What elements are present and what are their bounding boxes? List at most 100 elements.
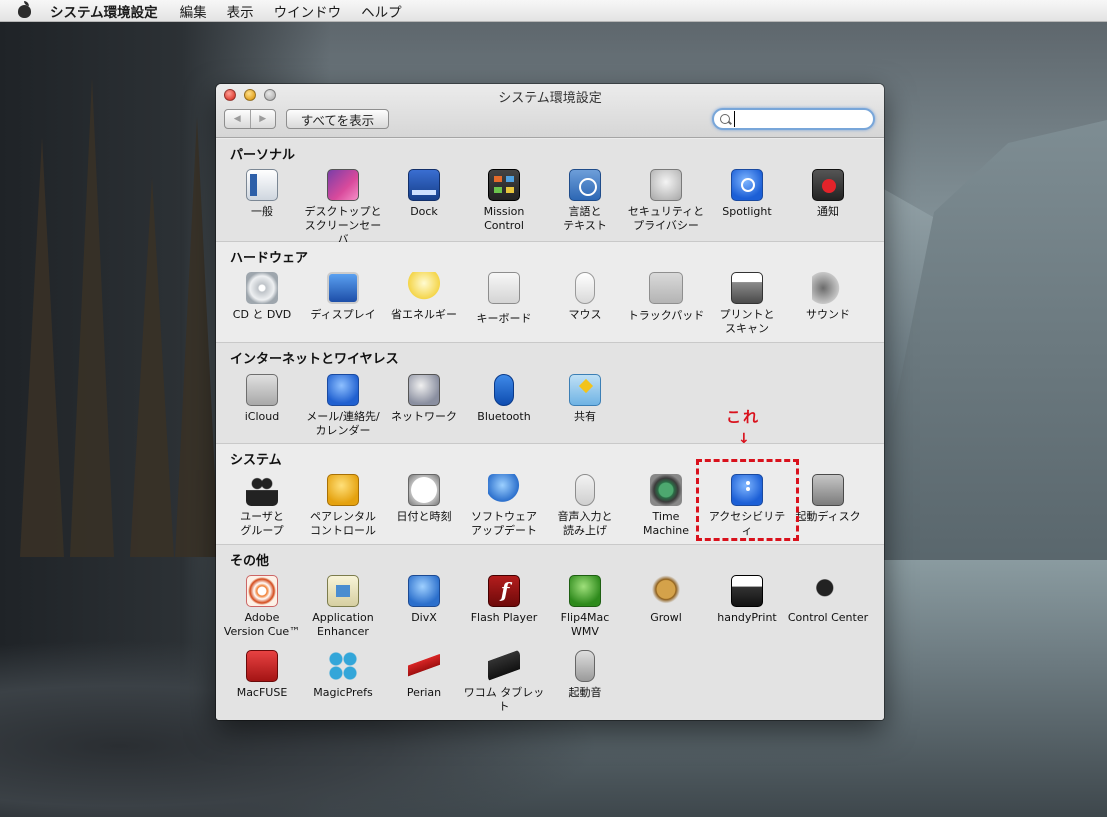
wacom-icon xyxy=(488,650,520,682)
pane-notifications[interactable]: 通知 xyxy=(787,169,869,219)
pane-energy[interactable]: 省エネルギー xyxy=(383,272,465,322)
menu-edit[interactable]: 編集 xyxy=(180,1,207,21)
pane-perian[interactable]: Perian xyxy=(383,650,465,700)
pane-parental[interactable]: ペアレンタル コントロール xyxy=(302,474,384,538)
section-personal: パーソナル 一般 デスクトップと スクリーンセーバ Dock Mission C… xyxy=(216,139,884,246)
pane-keyboard[interactable]: キーボード xyxy=(463,272,545,326)
show-all-button[interactable]: すべてを表示 xyxy=(286,109,389,129)
pane-flip4mac[interactable]: Flip4Mac WMV xyxy=(544,575,626,639)
flip4mac-icon xyxy=(569,575,601,607)
pane-label: セキュリティと プライバシー xyxy=(627,205,705,232)
pane-date-time[interactable]: 日付と時刻 xyxy=(383,474,465,524)
menu-window[interactable]: ウインドウ xyxy=(274,1,342,21)
pane-trackpad[interactable]: トラックパッド xyxy=(625,272,707,323)
pane-wacom[interactable]: ワコム タブレット xyxy=(463,650,545,714)
pane-dock[interactable]: Dock xyxy=(383,169,465,219)
pane-label: Application Enhancer xyxy=(312,611,374,638)
pane-growl[interactable]: Growl xyxy=(625,575,707,625)
network-icon xyxy=(408,374,440,406)
window-titlebar: システム環境設定 ◀ ▶ すべてを表示 xyxy=(216,84,884,138)
pane-label: 一般 xyxy=(251,205,273,218)
section-title: その他 xyxy=(230,554,270,569)
pane-startup-sound[interactable]: 起動音 xyxy=(544,650,626,700)
pane-label: Bluetooth xyxy=(477,410,531,423)
spotlight-icon xyxy=(731,169,763,201)
pane-mail-contacts[interactable]: メール/連絡先/ カレンダー xyxy=(302,374,384,438)
apple-menu-icon[interactable] xyxy=(14,0,36,22)
pane-startup-disk[interactable]: 起動ディスク xyxy=(787,474,869,524)
magicprefs-icon xyxy=(327,650,359,682)
pane-security[interactable]: セキュリティと プライバシー xyxy=(625,169,707,233)
pane-handyprint[interactable]: handyPrint xyxy=(706,575,788,625)
pane-label: MagicPrefs xyxy=(313,686,373,699)
mouse-icon xyxy=(575,272,595,304)
pane-label: ワコム タブレット xyxy=(463,686,545,713)
pane-label: 起動ディスク xyxy=(795,510,861,523)
pane-label: トラックパッド xyxy=(627,309,705,322)
pane-magicprefs[interactable]: MagicPrefs xyxy=(302,650,384,700)
bluetooth-icon xyxy=(494,374,514,406)
time-machine-icon xyxy=(650,474,682,506)
pane-display[interactable]: ディスプレイ xyxy=(302,272,384,322)
pane-macfuse[interactable]: MacFUSE xyxy=(221,650,303,700)
pane-general[interactable]: 一般 xyxy=(221,169,303,219)
section-internet: インターネットとワイヤレス iCloud メール/連絡先/ カレンダー ネットワ… xyxy=(216,343,884,444)
adobe-icon xyxy=(246,575,278,607)
pane-users[interactable]: ユーザと グループ xyxy=(221,474,303,538)
pane-adobe[interactable]: Adobe Version Cue™ xyxy=(221,575,303,639)
energy-saver-icon xyxy=(408,272,440,304)
back-button[interactable]: ◀ xyxy=(225,110,250,128)
pane-bluetooth[interactable]: Bluetooth xyxy=(463,374,545,424)
menu-bar: システム環境設定 編集 表示 ウインドウ ヘルプ xyxy=(0,0,1107,22)
mission-control-icon xyxy=(488,169,520,201)
pane-dictation[interactable]: 音声入力と 読み上げ xyxy=(544,474,626,538)
menu-view[interactable]: 表示 xyxy=(227,1,254,21)
pane-time-machine[interactable]: Time Machine xyxy=(625,474,707,538)
pane-label: Spotlight xyxy=(722,205,772,218)
pane-software-update[interactable]: ソフトウェア アップデート xyxy=(463,474,545,538)
pane-label: デスクトップと スクリーンセーバ xyxy=(304,205,382,246)
pane-label: プリントと スキャン xyxy=(719,308,775,335)
pane-sound[interactable]: サウンド xyxy=(787,272,869,322)
security-icon xyxy=(650,169,682,201)
pane-label: 日付と時刻 xyxy=(396,510,452,523)
search-input[interactable] xyxy=(734,111,864,127)
pane-network[interactable]: ネットワーク xyxy=(383,374,465,424)
menu-app-name[interactable]: システム環境設定 xyxy=(50,1,158,21)
window-title: システム環境設定 xyxy=(498,91,602,106)
pane-print-scan[interactable]: プリントと スキャン xyxy=(706,272,788,336)
section-hardware: ハードウェア CD と DVD ディスプレイ 省エネルギー キーボード マウス … xyxy=(216,242,884,343)
pane-label: Dock xyxy=(410,205,438,218)
growl-icon xyxy=(650,575,682,607)
clock-icon xyxy=(408,474,440,506)
pane-mission-control[interactable]: Mission Control xyxy=(463,169,545,233)
cd-dvd-icon xyxy=(246,272,278,304)
language-icon xyxy=(569,169,601,201)
pane-label: ペアレンタル コントロール xyxy=(310,510,376,537)
pane-label: iCloud xyxy=(244,410,280,423)
pane-label: ディスプレイ xyxy=(310,308,376,321)
parental-icon xyxy=(327,474,359,506)
pane-app-enhancer[interactable]: Application Enhancer xyxy=(302,575,384,639)
pane-divx[interactable]: DivX xyxy=(383,575,465,625)
pane-mouse[interactable]: マウス xyxy=(544,272,626,322)
menu-help[interactable]: ヘルプ xyxy=(361,1,402,21)
pane-cd-dvd[interactable]: CD と DVD xyxy=(221,272,303,322)
pane-control-center[interactable]: Control Center xyxy=(787,575,869,625)
app-enhancer-icon xyxy=(327,575,359,607)
pane-label: CD と DVD xyxy=(232,308,292,321)
printer-icon xyxy=(731,272,763,304)
pane-sharing[interactable]: 共有 xyxy=(544,374,626,424)
pane-language[interactable]: 言語と テキスト xyxy=(544,169,626,233)
search-field[interactable] xyxy=(712,108,875,130)
pane-spotlight[interactable]: Spotlight xyxy=(706,169,788,219)
pane-label: 共有 xyxy=(574,410,596,423)
pane-flash[interactable]: Flash Player xyxy=(463,575,545,625)
divx-icon xyxy=(408,575,440,607)
pane-desktop[interactable]: デスクトップと スクリーンセーバ xyxy=(302,169,384,247)
forward-button[interactable]: ▶ xyxy=(249,110,276,128)
sound-icon xyxy=(812,272,844,304)
perian-icon xyxy=(408,650,440,682)
pane-icloud[interactable]: iCloud xyxy=(221,374,303,424)
preferences-content: パーソナル 一般 デスクトップと スクリーンセーバ Dock Mission C… xyxy=(216,139,884,720)
